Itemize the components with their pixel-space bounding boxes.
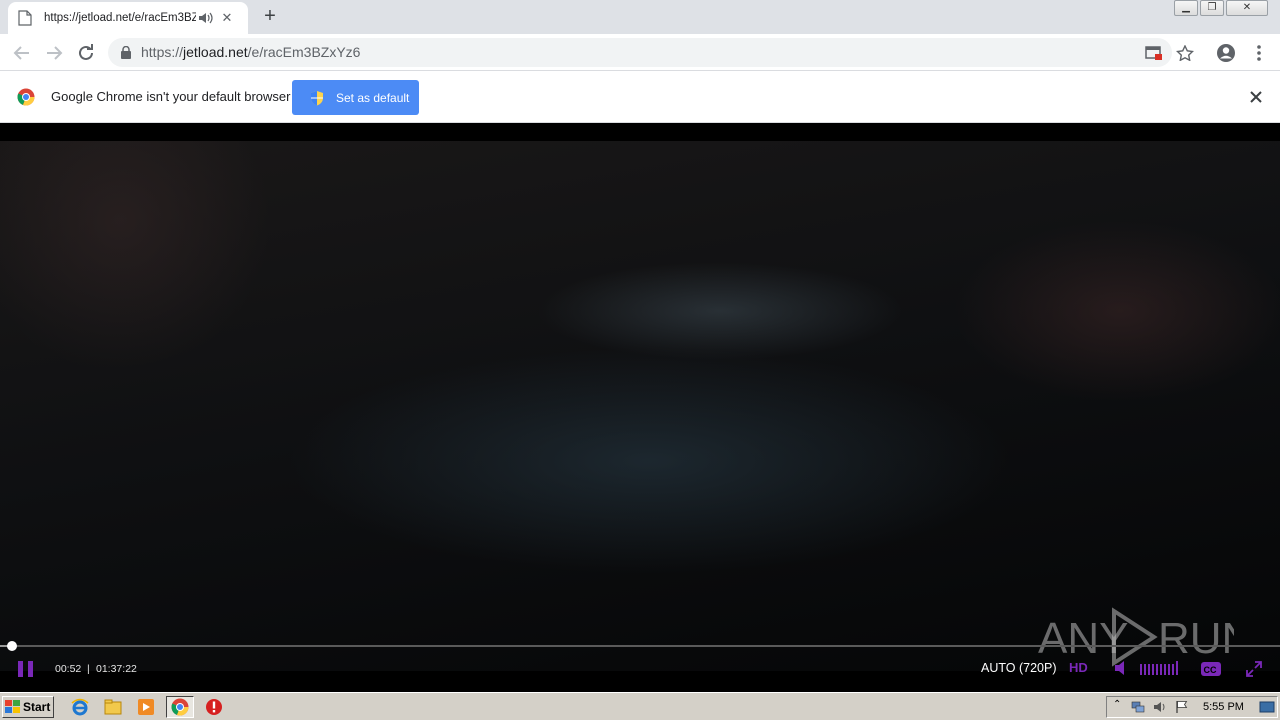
watermark-text-right: RUN [1158, 614, 1234, 663]
tray-expand-icon[interactable]: ⌃ [1113, 699, 1127, 713]
url-host: jetload.net [183, 44, 248, 60]
seek-bar[interactable] [0, 645, 1280, 647]
file-explorer-icon[interactable] [103, 697, 123, 717]
shield-icon [311, 90, 323, 105]
show-desktop-icon[interactable] [1259, 700, 1275, 714]
seek-handle[interactable] [7, 641, 17, 651]
network-icon[interactable] [1131, 700, 1145, 714]
video-player[interactable]: ANY RUN 00:52 | 01:37:22 AUTO (720P) HD … [0, 123, 1280, 692]
window-close-button[interactable]: ✕ [1226, 0, 1268, 16]
infobar-message: Google Chrome isn't your default browser [51, 89, 291, 104]
time-separator: | [87, 663, 90, 675]
windows-logo-icon [5, 700, 20, 713]
new-tab-button[interactable]: + [260, 6, 280, 26]
volume-slider[interactable] [1140, 661, 1180, 675]
action-center-flag-icon[interactable] [1175, 700, 1189, 714]
minimize-button[interactable]: ▁ [1174, 0, 1198, 16]
forward-arrow-icon[interactable] [43, 42, 65, 64]
page-icon [18, 10, 32, 26]
speaker-icon[interactable] [198, 11, 214, 25]
pause-icon[interactable] [17, 660, 35, 678]
volume-icon[interactable] [1114, 660, 1132, 676]
anyrun-watermark: ANY RUN [1038, 607, 1234, 667]
browser-toolbar: https://jetload.net/e/racEm3BZxYz6 [0, 34, 1280, 71]
svg-text:CC: CC [1204, 665, 1217, 675]
tab-strip: https://jetload.net/e/racEm3BZxYz6 ✕ + ▁… [0, 0, 1280, 34]
set-as-default-button[interactable]: Set as default [292, 80, 419, 115]
reload-icon[interactable] [75, 42, 97, 64]
tab-title: https://jetload.net/e/racEm3BZxYz6 [44, 12, 196, 24]
address-bar[interactable]: https://jetload.net/e/racEm3BZxYz6 [108, 38, 1194, 67]
chrome-logo-icon [17, 88, 35, 106]
browser-tab[interactable]: https://jetload.net/e/racEm3BZxYz6 ✕ [8, 2, 248, 34]
popup-blocked-icon[interactable] [1145, 45, 1163, 61]
default-browser-infobar: Google Chrome isn't your default browser… [0, 71, 1280, 123]
menu-dots-icon[interactable] [1248, 42, 1270, 64]
fullscreen-icon[interactable] [1246, 661, 1262, 677]
chrome-taskbar-icon [171, 698, 189, 716]
hd-badge[interactable]: HD [1069, 660, 1088, 675]
url-scheme: https:// [141, 44, 184, 60]
restore-button[interactable]: ❐ [1200, 0, 1224, 16]
system-tray: ⌃ 5:55 PM [1106, 696, 1278, 718]
video-frame[interactable] [0, 141, 1280, 671]
internet-explorer-icon[interactable] [70, 697, 90, 717]
quality-selector[interactable]: AUTO (720P) [981, 661, 1057, 675]
url-path: /e/racEm3BZxYz6 [247, 44, 361, 60]
tab-close-icon[interactable]: ✕ [220, 10, 234, 26]
lock-icon[interactable] [120, 46, 132, 59]
captions-icon[interactable]: CC [1200, 661, 1222, 677]
url-text: https://jetload.net/e/racEm3BZxYz6 [141, 44, 360, 60]
bookmark-star-icon[interactable] [1176, 45, 1194, 61]
set-as-default-label: Set as default [336, 90, 410, 105]
start-label: Start [23, 700, 51, 714]
current-time: 00:52 [55, 663, 82, 675]
back-arrow-icon[interactable] [11, 42, 33, 64]
profile-icon[interactable] [1215, 42, 1237, 64]
taskbar-clock[interactable]: 5:55 PM [1203, 701, 1244, 713]
start-button[interactable]: Start [2, 696, 54, 718]
stop-warning-icon[interactable] [204, 697, 224, 717]
volume-tray-icon[interactable] [1153, 700, 1167, 714]
taskbar-chrome-button[interactable] [166, 696, 194, 718]
windows-taskbar: Start ⌃ 5:55 PM [0, 692, 1280, 720]
infobar-close-icon[interactable] [1248, 89, 1264, 105]
duration: 01:37:22 [96, 663, 137, 675]
media-player-icon[interactable] [136, 697, 156, 717]
window-controls: ▁ ❐ ✕ [1172, 0, 1268, 18]
